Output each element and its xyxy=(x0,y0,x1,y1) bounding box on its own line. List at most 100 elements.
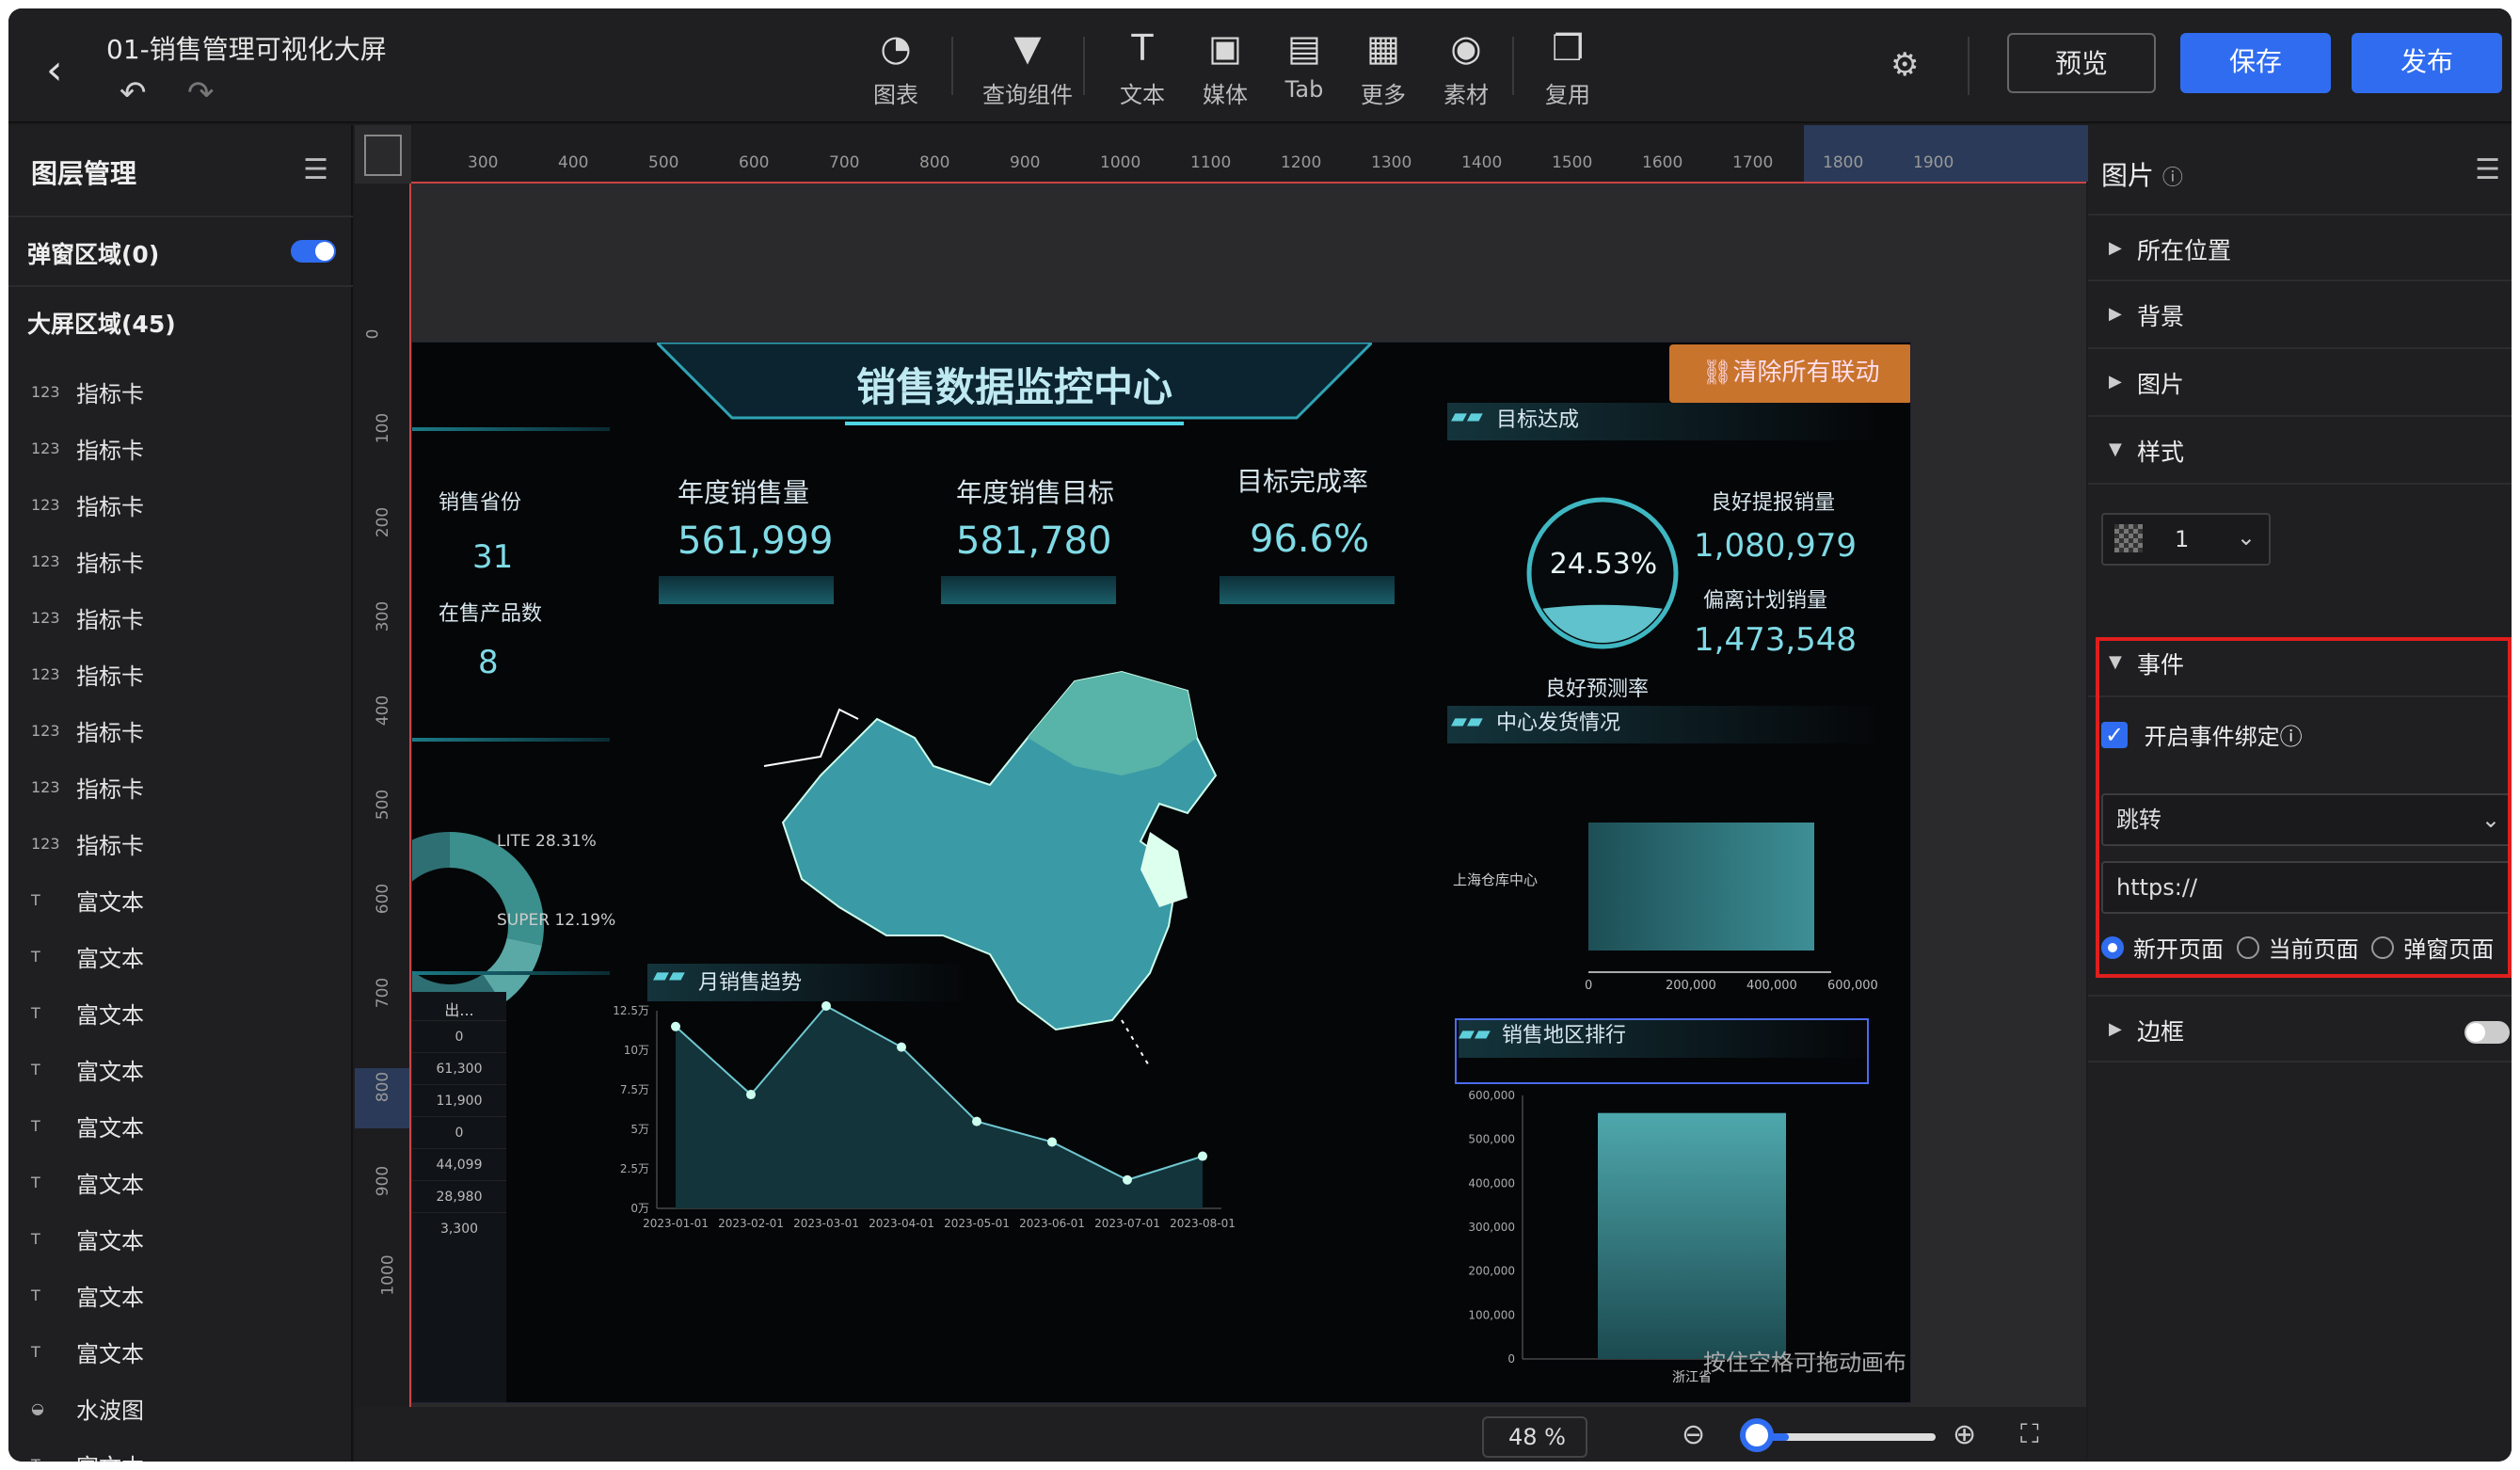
layer-item[interactable]: 123 指标卡 xyxy=(31,658,342,695)
tool-chart[interactable]: ◔ 图表 xyxy=(844,27,948,109)
layer-item[interactable]: T 富文本 xyxy=(31,884,342,921)
trend-chart[interactable]: 0万 2.5万 5万 7.5万 10万 12.5万 2023-01-01 2023-02-01… xyxy=(600,1001,1259,1246)
info-icon[interactable]: ⓘ xyxy=(2162,167,2183,190)
trend-point[interactable] xyxy=(897,1042,906,1052)
table-cell: 0 xyxy=(412,1116,506,1148)
ruler-tick: 500 xyxy=(374,789,393,821)
vertical-ruler: 0 100 200 300 400 500 600 700 800 900 1000 xyxy=(355,184,411,1462)
zoom-slider-handle[interactable] xyxy=(1740,1418,1774,1452)
style-select[interactable]: 1 ⌄ xyxy=(2101,513,2271,566)
ship-bar[interactable] xyxy=(1588,823,1814,951)
tool-query[interactable]: ▼ 查询组件 xyxy=(966,27,1089,109)
ship-axis xyxy=(1588,971,1831,973)
section-position[interactable]: ▶ 所在位置 xyxy=(2088,214,2512,281)
product-value: 8 xyxy=(478,644,499,681)
layer-label: 指标卡 xyxy=(76,607,144,633)
ruler-corner-icon[interactable] xyxy=(364,135,402,176)
settings-sliders-icon[interactable]: ⚙ xyxy=(1890,46,1919,84)
ruler-tick: 1000 xyxy=(1100,153,1141,172)
y-tick-label: 100,000 xyxy=(1468,1308,1515,1321)
trend-point[interactable] xyxy=(671,1021,680,1031)
layer-item[interactable]: T 富文本 xyxy=(31,997,342,1034)
layer-item[interactable]: T 富文本 xyxy=(31,940,342,978)
layer-item[interactable]: 123 指标卡 xyxy=(31,601,342,639)
layer-label: 富文本 xyxy=(76,1172,144,1198)
undo-icon[interactable]: ↶ xyxy=(120,74,147,112)
section-line xyxy=(412,738,610,742)
tool-material[interactable]: ◉ 素材 xyxy=(1414,27,1518,109)
section-image[interactable]: ▶ 图片 xyxy=(2088,349,2512,417)
gauge-value: 24.53% xyxy=(1549,548,1658,581)
zoom-input[interactable]: 48 % xyxy=(1482,1416,1587,1458)
table-cell: 11,900 xyxy=(412,1084,506,1116)
popup-area-row[interactable]: 弹窗区域(0) xyxy=(8,216,353,283)
trend-point[interactable] xyxy=(1123,1174,1132,1185)
clear-linkage-button[interactable]: ⛓清除所有联动 xyxy=(1669,344,1910,403)
menu-icon[interactable]: ☰ xyxy=(2475,153,2500,186)
panel-title: 图片 ⓘ xyxy=(2101,155,2183,193)
layer-item[interactable]: 123 指标卡 xyxy=(31,545,342,583)
x-tick-label: 2023-04-01 xyxy=(869,1217,934,1230)
layer-item[interactable]: 123 指标卡 xyxy=(31,432,342,470)
caret-down-icon: ▼ xyxy=(2109,439,2122,459)
ship-title: 中心发货情况 xyxy=(1496,711,1621,735)
palette-icon: ◉ xyxy=(1450,27,1482,69)
layer-item[interactable]: T 富文本 xyxy=(31,1110,342,1147)
tool-reuse[interactable]: ❐ 复用 xyxy=(1516,27,1619,109)
table-body: 0 61,300 11,900 0 44,099 28,980 3,300 xyxy=(412,1020,506,1244)
layer-label: 富文本 xyxy=(76,1285,144,1311)
canvas-workspace[interactable]: 300 400 500 600 700 800 900 1000 1100 1200 1300 140… xyxy=(355,125,2218,1462)
back-icon[interactable]: ‹ xyxy=(46,46,63,94)
ship-tick: 0 xyxy=(1585,979,1593,993)
layer-item[interactable]: 123 指标卡 xyxy=(31,488,342,526)
layer-item[interactable]: 123 指标卡 xyxy=(31,827,342,865)
redo-icon[interactable]: ↷ xyxy=(187,74,215,112)
layer-item[interactable]: T 富文本 xyxy=(31,1222,342,1260)
layer-item[interactable]: T 富文本 xyxy=(31,1279,342,1317)
trend-point[interactable] xyxy=(746,1090,756,1100)
layer-panel-title: 图层管理 xyxy=(31,158,137,189)
ruler-tick: 700 xyxy=(829,153,860,172)
gauge-label: 良好预测率 xyxy=(1545,678,1650,701)
rank-bar[interactable] xyxy=(1598,1112,1786,1359)
zoom-in-icon[interactable]: ⊕ xyxy=(1953,1418,1976,1451)
fit-screen-icon[interactable]: ⛶ xyxy=(2020,1418,2039,1450)
layer-item[interactable]: T 富文本 xyxy=(31,1448,342,1462)
layer-label: 富文本 xyxy=(76,1059,144,1085)
zoom-slider-track[interactable] xyxy=(1747,1433,1936,1441)
layer-item[interactable]: T 富文本 xyxy=(31,1335,342,1373)
layer-item[interactable]: 123 指标卡 xyxy=(31,714,342,752)
y-tick-label: 2.5万 xyxy=(620,1162,649,1175)
save-button[interactable]: 保存 xyxy=(2180,33,2331,93)
dashboard-title: 销售数据监控中心 xyxy=(855,364,1172,410)
caret-right-icon: ▶ xyxy=(2109,372,2122,391)
popup-toggle[interactable] xyxy=(291,240,336,263)
section-style[interactable]: ▼ 样式 xyxy=(2088,417,2512,485)
trend-point[interactable] xyxy=(972,1116,981,1126)
layer-label: 指标卡 xyxy=(76,663,144,690)
layer-item[interactable]: T 富文本 xyxy=(31,1166,342,1204)
collapse-icon[interactable]: ☰ xyxy=(303,153,328,186)
selection-box[interactable] xyxy=(1455,1018,1869,1084)
zoom-out-icon[interactable]: ⊖ xyxy=(1682,1418,1705,1451)
section-border[interactable]: ▶ 边框 xyxy=(2088,995,2512,1063)
layer-item[interactable]: 123 指标卡 xyxy=(31,771,342,808)
dashboard-canvas[interactable]: 销售数据监控中心 ⛓清除所有联动 销售省份 31 在售产品数 8 年度销售量 5… xyxy=(411,342,1911,1403)
layer-item[interactable]: ◒ 水波图 xyxy=(31,1392,342,1430)
bigscreen-area-row[interactable]: 大屏区域(45) xyxy=(8,285,353,353)
ruler-tick: 600 xyxy=(739,153,770,172)
layer-item[interactable]: 123 指标卡 xyxy=(31,375,342,413)
y-tick-label: 300,000 xyxy=(1468,1221,1515,1234)
border-toggle[interactable] xyxy=(2464,1021,2510,1044)
target-title: 目标达成 xyxy=(1496,408,1580,432)
layer-label: 指标卡 xyxy=(76,551,144,577)
layer-type-icon: 123 xyxy=(31,835,60,853)
trend-point[interactable] xyxy=(821,1001,831,1011)
layer-item[interactable]: T 富文本 xyxy=(31,1053,342,1091)
trend-point[interactable] xyxy=(1047,1137,1057,1147)
section-background[interactable]: ▶ 背景 xyxy=(2088,281,2512,349)
section-line xyxy=(412,971,610,975)
preview-button[interactable]: 预览 xyxy=(2007,33,2156,93)
publish-button[interactable]: 发布 xyxy=(2352,33,2502,93)
trend-point[interactable] xyxy=(1198,1151,1207,1161)
